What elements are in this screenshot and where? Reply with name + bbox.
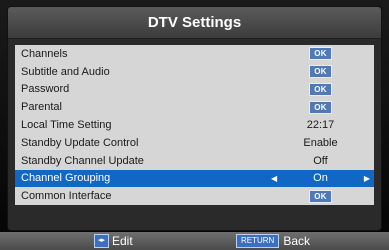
menu-item-standby-update-control[interactable]: Standby Update Control Enable xyxy=(15,134,374,152)
setting-value: On xyxy=(313,172,328,185)
menu-item-subtitle-audio[interactable]: Subtitle and Audio OK xyxy=(15,63,374,81)
edit-hint-label: Edit xyxy=(112,234,133,248)
edit-hint: ◂▸ Edit xyxy=(94,234,133,248)
menu-item-parental[interactable]: Parental OK xyxy=(15,98,374,116)
time-value: 22:17 xyxy=(306,119,335,132)
return-key-icon: RETURN xyxy=(236,234,280,248)
menu-item-label: Local Time Setting xyxy=(21,119,112,132)
option-selector[interactable]: ◀ On ▶ xyxy=(267,172,374,184)
panel-title: DTV Settings xyxy=(8,7,381,39)
menu-item-label: Common Interface xyxy=(21,190,112,203)
back-hint: RETURN Back xyxy=(236,234,310,248)
settings-menu: Channels OK Subtitle and Audio OK Passwo… xyxy=(15,45,374,205)
menu-item-common-interface[interactable]: Common Interface OK xyxy=(15,187,374,205)
tv-screen: DTV Settings Channels OK Subtitle and Au… xyxy=(0,0,389,232)
menu-item-password[interactable]: Password OK xyxy=(15,81,374,99)
menu-item-label: Channel Grouping xyxy=(21,172,111,185)
ok-button[interactable]: OK xyxy=(309,100,332,114)
menu-item-label: Channels xyxy=(21,47,68,60)
menu-item-label: Standby Channel Update xyxy=(21,154,144,167)
triangle-right-icon[interactable]: ▶ xyxy=(360,174,374,183)
menu-item-channel-grouping[interactable]: Channel Grouping ◀ On ▶ xyxy=(15,169,374,188)
menu-item-label: Standby Update Control xyxy=(21,136,139,149)
dtv-settings-panel: DTV Settings Channels OK Subtitle and Au… xyxy=(8,7,381,230)
ok-button[interactable]: OK xyxy=(309,82,332,96)
back-hint-label: Back xyxy=(283,234,311,248)
menu-item-label: Parental xyxy=(21,101,62,114)
button-hint-bar: ◂▸ Edit RETURN Back xyxy=(0,232,389,250)
setting-value: Off xyxy=(313,154,328,167)
ok-button[interactable]: OK xyxy=(309,47,332,61)
left-right-arrows-icon: ◂▸ xyxy=(94,234,109,248)
setting-value: Enable xyxy=(303,136,338,149)
menu-item-local-time[interactable]: Local Time Setting 22:17 xyxy=(15,116,374,134)
menu-item-label: Subtitle and Audio xyxy=(21,65,110,78)
menu-item-standby-channel-update[interactable]: Standby Channel Update Off xyxy=(15,152,374,170)
menu-item-label: Password xyxy=(21,83,70,96)
menu-item-channels[interactable]: Channels OK xyxy=(15,45,374,63)
ok-button[interactable]: OK xyxy=(309,189,332,203)
triangle-left-icon[interactable]: ◀ xyxy=(267,174,281,183)
ok-button[interactable]: OK xyxy=(309,65,332,79)
